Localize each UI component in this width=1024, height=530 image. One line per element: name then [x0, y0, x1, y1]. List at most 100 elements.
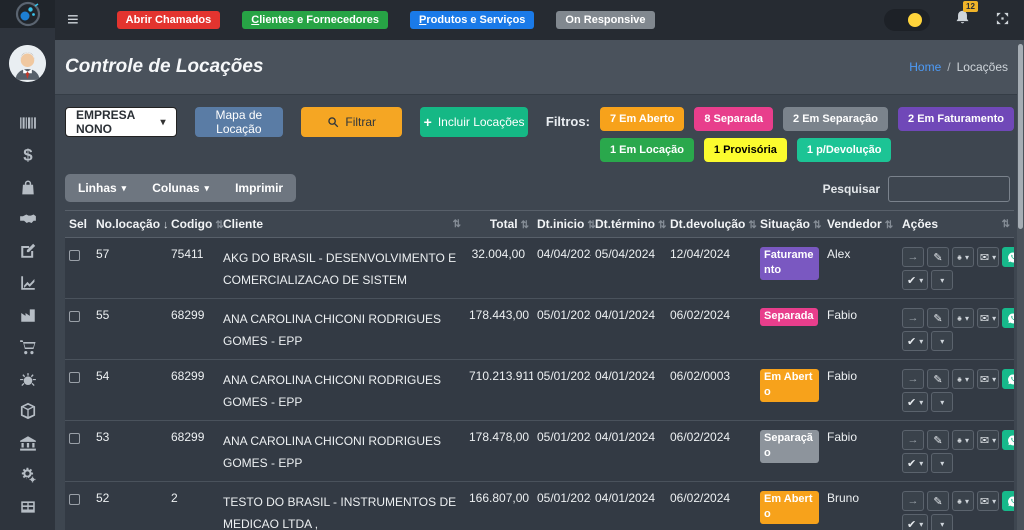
sort-icon[interactable]: ⇅ — [813, 220, 821, 231]
sidebar-item-bug[interactable] — [0, 363, 55, 395]
filter-chip-0[interactable]: 7 Em Aberto — [600, 107, 684, 131]
forward-button[interactable]: → — [902, 308, 924, 328]
row-select-checkbox[interactable] — [69, 372, 80, 383]
email-dropdown-button[interactable]: ✉▾ — [977, 369, 999, 389]
email-dropdown-button[interactable]: ✉▾ — [977, 491, 999, 511]
whatsapp-button[interactable] — [1002, 308, 1014, 328]
company-select[interactable]: EMPRESA NONO ▾ — [65, 107, 177, 137]
columns-dropdown-button[interactable]: Colunas ▾ — [139, 174, 222, 202]
email-dropdown-button[interactable]: ✉▾ — [977, 308, 999, 328]
column-header-vendedor[interactable]: Vendedor⇅ — [823, 211, 898, 238]
sidebar-item-bank[interactable] — [0, 427, 55, 459]
app-logo[interactable] — [0, 0, 55, 28]
edit-button[interactable]: ✎ — [927, 369, 949, 389]
column-header-numero[interactable]: No.locação↓ — [92, 211, 167, 238]
approve-dropdown-button[interactable]: ✔▾ — [902, 514, 928, 530]
filter-button[interactable]: Filtrar — [301, 107, 402, 137]
edit-button[interactable]: ✎ — [927, 308, 949, 328]
sort-icon[interactable]: ⇅ — [1002, 219, 1010, 230]
whatsapp-button[interactable] — [1002, 430, 1014, 450]
notifications-button[interactable]: 12 — [954, 9, 971, 31]
column-header-total[interactable]: Total⇅ — [465, 211, 533, 238]
chevron-down-icon: ▾ — [919, 276, 923, 285]
row-select-checkbox[interactable] — [69, 250, 80, 261]
sidebar-item-cogs[interactable] — [0, 459, 55, 491]
filter-chip-3[interactable]: 2 Em Faturamento — [898, 107, 1014, 131]
column-header-dt_inicio[interactable]: Dt.inicio⇅ — [533, 211, 591, 238]
sidebar-item-bag[interactable] — [0, 171, 55, 203]
forward-button[interactable]: → — [902, 247, 924, 267]
sidebar-item-barcode[interactable] — [0, 107, 55, 139]
whatsapp-button[interactable] — [1002, 491, 1014, 511]
approve-dropdown-button[interactable]: ✔▾ — [902, 331, 928, 351]
print-table-button[interactable]: Imprimir — [222, 174, 296, 202]
column-header-acoes[interactable]: Ações⇅ — [898, 211, 1014, 238]
sidebar-item-edit[interactable] — [0, 235, 55, 267]
menu-toggle-button[interactable]: ≡ — [67, 10, 79, 30]
sidebar-item-cart[interactable] — [0, 331, 55, 363]
filter-chip-6[interactable]: 1 p/Devolução — [797, 138, 892, 162]
more-dropdown-button[interactable]: ▾ — [931, 392, 953, 412]
navbar-button-0[interactable]: Abrir Chamados — [117, 11, 221, 29]
print-dropdown-button[interactable]: ▾ — [952, 430, 974, 450]
vertical-scrollbar[interactable] — [1017, 40, 1024, 530]
column-header-sel[interactable]: Sel — [65, 211, 92, 238]
edit-button[interactable]: ✎ — [927, 430, 949, 450]
navbar-button-1[interactable]: Clientes e Fornecedores — [242, 11, 388, 29]
forward-button[interactable]: → — [902, 491, 924, 511]
fullscreen-button[interactable] — [995, 11, 1010, 29]
search-input[interactable] — [888, 176, 1010, 202]
edit-button[interactable]: ✎ — [927, 247, 949, 267]
map-button[interactable]: Mapa de Locação — [195, 107, 284, 137]
column-header-dt_termino[interactable]: Dt.término⇅ — [591, 211, 666, 238]
navbar-button-2[interactable]: Produtos e Serviços — [410, 11, 534, 29]
more-dropdown-button[interactable]: ▾ — [931, 270, 953, 290]
more-dropdown-button[interactable]: ▾ — [931, 453, 953, 473]
print-dropdown-button[interactable]: ▾ — [952, 369, 974, 389]
sidebar-item-table[interactable] — [0, 491, 55, 523]
column-header-situacao[interactable]: Situação⇅ — [756, 211, 823, 238]
more-dropdown-button[interactable]: ▾ — [931, 514, 953, 530]
sidebar-item-dollar[interactable] — [0, 139, 55, 171]
sidebar-item-print[interactable] — [0, 523, 55, 530]
column-header-dt_devolucao[interactable]: Dt.devolução⇅ — [666, 211, 756, 238]
email-dropdown-button[interactable]: ✉▾ — [977, 430, 999, 450]
sort-icon[interactable]: ⇅ — [453, 219, 461, 230]
sort-icon[interactable]: ⇅ — [885, 220, 893, 231]
column-header-cliente[interactable]: Cliente⇅ — [219, 211, 465, 238]
filter-chip-1[interactable]: 8 Separada — [694, 107, 773, 131]
rows-dropdown-button[interactable]: Linhas ▾ — [65, 174, 139, 202]
row-select-checkbox[interactable] — [69, 433, 80, 444]
avatar[interactable] — [9, 45, 46, 82]
email-dropdown-button[interactable]: ✉▾ — [977, 247, 999, 267]
sidebar-item-handshake[interactable] — [0, 203, 55, 235]
filter-chip-4[interactable]: 1 Em Locação — [600, 138, 694, 162]
approve-dropdown-button[interactable]: ✔▾ — [902, 453, 928, 473]
whatsapp-button[interactable] — [1002, 247, 1014, 267]
scrollbar-thumb[interactable] — [1018, 44, 1023, 229]
filter-chip-2[interactable]: 2 Em Separação — [783, 107, 888, 131]
column-header-codigo[interactable]: Codigo⇅ — [167, 211, 219, 238]
print-dropdown-button[interactable]: ▾ — [952, 491, 974, 511]
edit-button[interactable]: ✎ — [927, 491, 949, 511]
print-dropdown-button[interactable]: ▾ — [952, 247, 974, 267]
whatsapp-button[interactable] — [1002, 369, 1014, 389]
sidebar-item-cube[interactable] — [0, 395, 55, 427]
include-button[interactable]: + Incluir Locações — [420, 107, 528, 137]
print-dropdown-button[interactable]: ▾ — [952, 308, 974, 328]
breadcrumb-home-link[interactable]: Home — [909, 60, 941, 74]
sidebar-item-industry[interactable] — [0, 299, 55, 331]
theme-toggle[interactable] — [884, 9, 930, 31]
more-dropdown-button[interactable]: ▾ — [931, 331, 953, 351]
sort-icon[interactable]: ⇅ — [521, 220, 529, 231]
forward-button[interactable]: → — [902, 369, 924, 389]
forward-button[interactable]: → — [902, 430, 924, 450]
navbar-button-3[interactable]: On Responsive — [556, 11, 654, 29]
approve-dropdown-button[interactable]: ✔▾ — [902, 270, 928, 290]
row-select-checkbox[interactable] — [69, 311, 80, 322]
filter-chip-5[interactable]: 1 Provisória — [704, 138, 787, 162]
sidebar-item-chart[interactable] — [0, 267, 55, 299]
cell-codigo: 68299 — [167, 360, 219, 421]
row-select-checkbox[interactable] — [69, 494, 80, 505]
approve-dropdown-button[interactable]: ✔▾ — [902, 392, 928, 412]
